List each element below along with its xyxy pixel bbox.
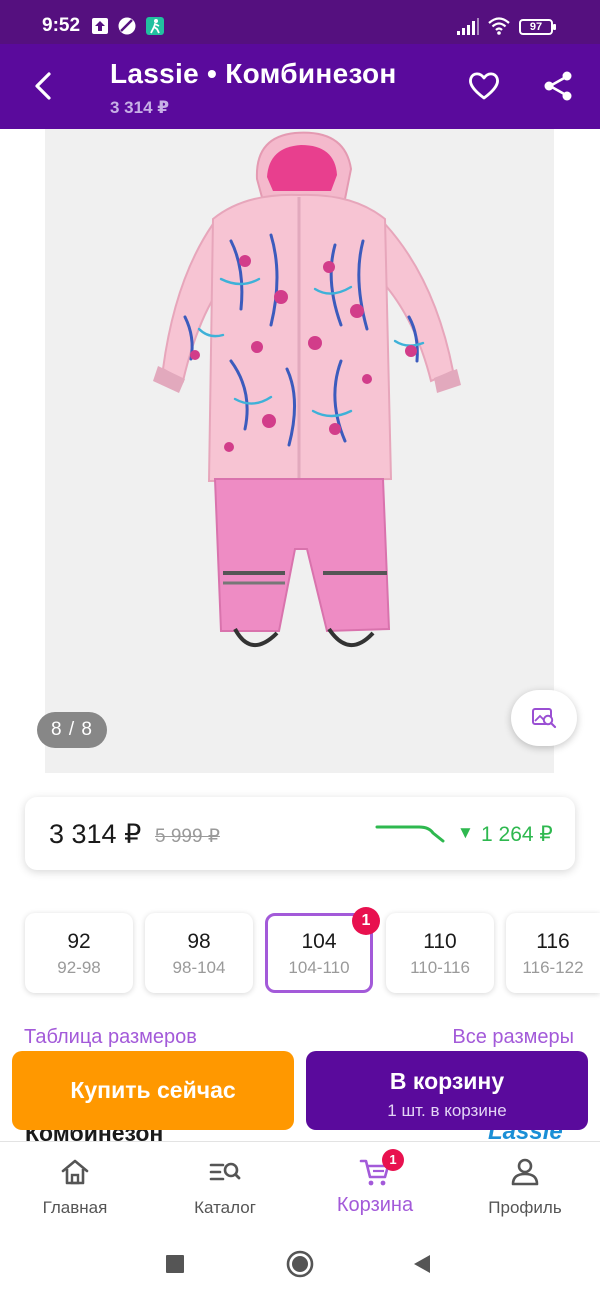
gallery-page-counter: 8 / 8 — [37, 712, 107, 748]
size-range: 116-122 — [522, 958, 584, 977]
heart-icon — [469, 72, 499, 100]
price-drop-arrow-icon: ▼ — [457, 823, 474, 842]
image-search-icon — [532, 708, 557, 729]
size-label: 98 — [187, 930, 211, 953]
size-option-116[interactable]: 116 116-122 — [506, 913, 600, 993]
size-range: 98-104 — [172, 958, 226, 977]
nav-label: Профиль — [488, 1198, 562, 1217]
status-time: 9:52 — [42, 15, 81, 36]
nav-label: Главная — [42, 1198, 108, 1217]
price-drop-amount: 1 264 ₽ — [481, 823, 553, 846]
price-card[interactable]: 3 314 ₽ 5 999 ₽ ▼ 1 264 ₽ — [25, 797, 575, 870]
size-range: 110-116 — [410, 958, 470, 977]
size-label: 116 — [536, 930, 570, 953]
page-title: Lassie • Комбинезон — [110, 58, 397, 89]
size-range: 104-110 — [288, 958, 350, 977]
profile-icon — [511, 1158, 539, 1186]
size-label: 92 — [67, 930, 91, 953]
app-header: Lassie • Комбинезон 3 314 ₽ — [0, 44, 600, 129]
arrow-left-icon — [35, 72, 51, 100]
triangle-back-icon — [414, 1255, 430, 1273]
recent-apps-button[interactable] — [159, 1248, 191, 1280]
product-image — [153, 131, 461, 647]
nav-label: Корзина — [336, 1194, 414, 1216]
nav-item-home[interactable]: Главная — [0, 1142, 150, 1229]
size-label: 104 — [301, 930, 337, 953]
favorite-button[interactable] — [462, 64, 506, 108]
all-sizes-link[interactable]: Все размеры — [452, 1026, 574, 1049]
data-saver-icon — [118, 17, 136, 35]
circle-icon — [286, 1250, 314, 1278]
size-table-link[interactable]: Таблица размеров — [24, 1026, 197, 1049]
nav-item-cart[interactable]: 1 Корзина — [300, 1142, 450, 1229]
product-gallery[interactable] — [45, 129, 554, 773]
price-trend-chart — [375, 825, 445, 843]
size-label: 110 — [423, 930, 457, 953]
system-navigation-bar — [0, 1228, 600, 1299]
back-system-button[interactable] — [406, 1248, 438, 1280]
battery-icon: 97 — [519, 19, 556, 35]
size-option-98[interactable]: 98 98-104 — [145, 913, 253, 993]
add-to-cart-label: В корзину — [389, 1068, 505, 1094]
activity-icon — [146, 17, 164, 35]
size-option-110[interactable]: 110 110-116 — [386, 913, 494, 993]
header-price: 3 314 ₽ — [110, 98, 170, 117]
square-icon — [166, 1255, 184, 1273]
cart-count-badge: 1 — [382, 1149, 404, 1171]
upload-icon — [92, 18, 108, 34]
wifi-icon — [488, 17, 510, 35]
app-screen: 9:52 97 Lassie • Комбинезон 3 314 ₽ 8 / … — [0, 0, 600, 1299]
nav-item-catalog[interactable]: Каталог — [150, 1142, 300, 1229]
share-button[interactable] — [536, 64, 580, 108]
back-button[interactable] — [22, 64, 64, 108]
add-to-cart-button[interactable]: В корзину 1 шт. в корзине — [306, 1051, 588, 1130]
size-range: 92-98 — [57, 958, 101, 977]
home-icon — [61, 1159, 89, 1185]
visual-search-button[interactable] — [511, 690, 577, 746]
nav-item-profile[interactable]: Профиль — [450, 1142, 600, 1229]
nav-label: Каталог — [194, 1198, 256, 1217]
size-cart-count-badge: 1 — [352, 907, 380, 935]
home-system-button[interactable] — [284, 1248, 316, 1280]
old-price: 5 999 ₽ — [155, 826, 220, 847]
share-icon — [544, 71, 572, 101]
current-price: 3 314 ₽ — [49, 819, 142, 849]
catalog-search-icon — [209, 1162, 241, 1181]
buy-now-button[interactable]: Купить сейчас — [12, 1051, 294, 1130]
signal-icon — [457, 18, 479, 35]
size-option-92[interactable]: 92 92-98 — [25, 913, 133, 993]
in-cart-count: 1 шт. в корзине — [387, 1101, 507, 1120]
status-bar: 9:52 97 — [0, 0, 600, 44]
bottom-navigation: Главная Каталог 1 Корзина Профиль — [0, 1141, 600, 1228]
